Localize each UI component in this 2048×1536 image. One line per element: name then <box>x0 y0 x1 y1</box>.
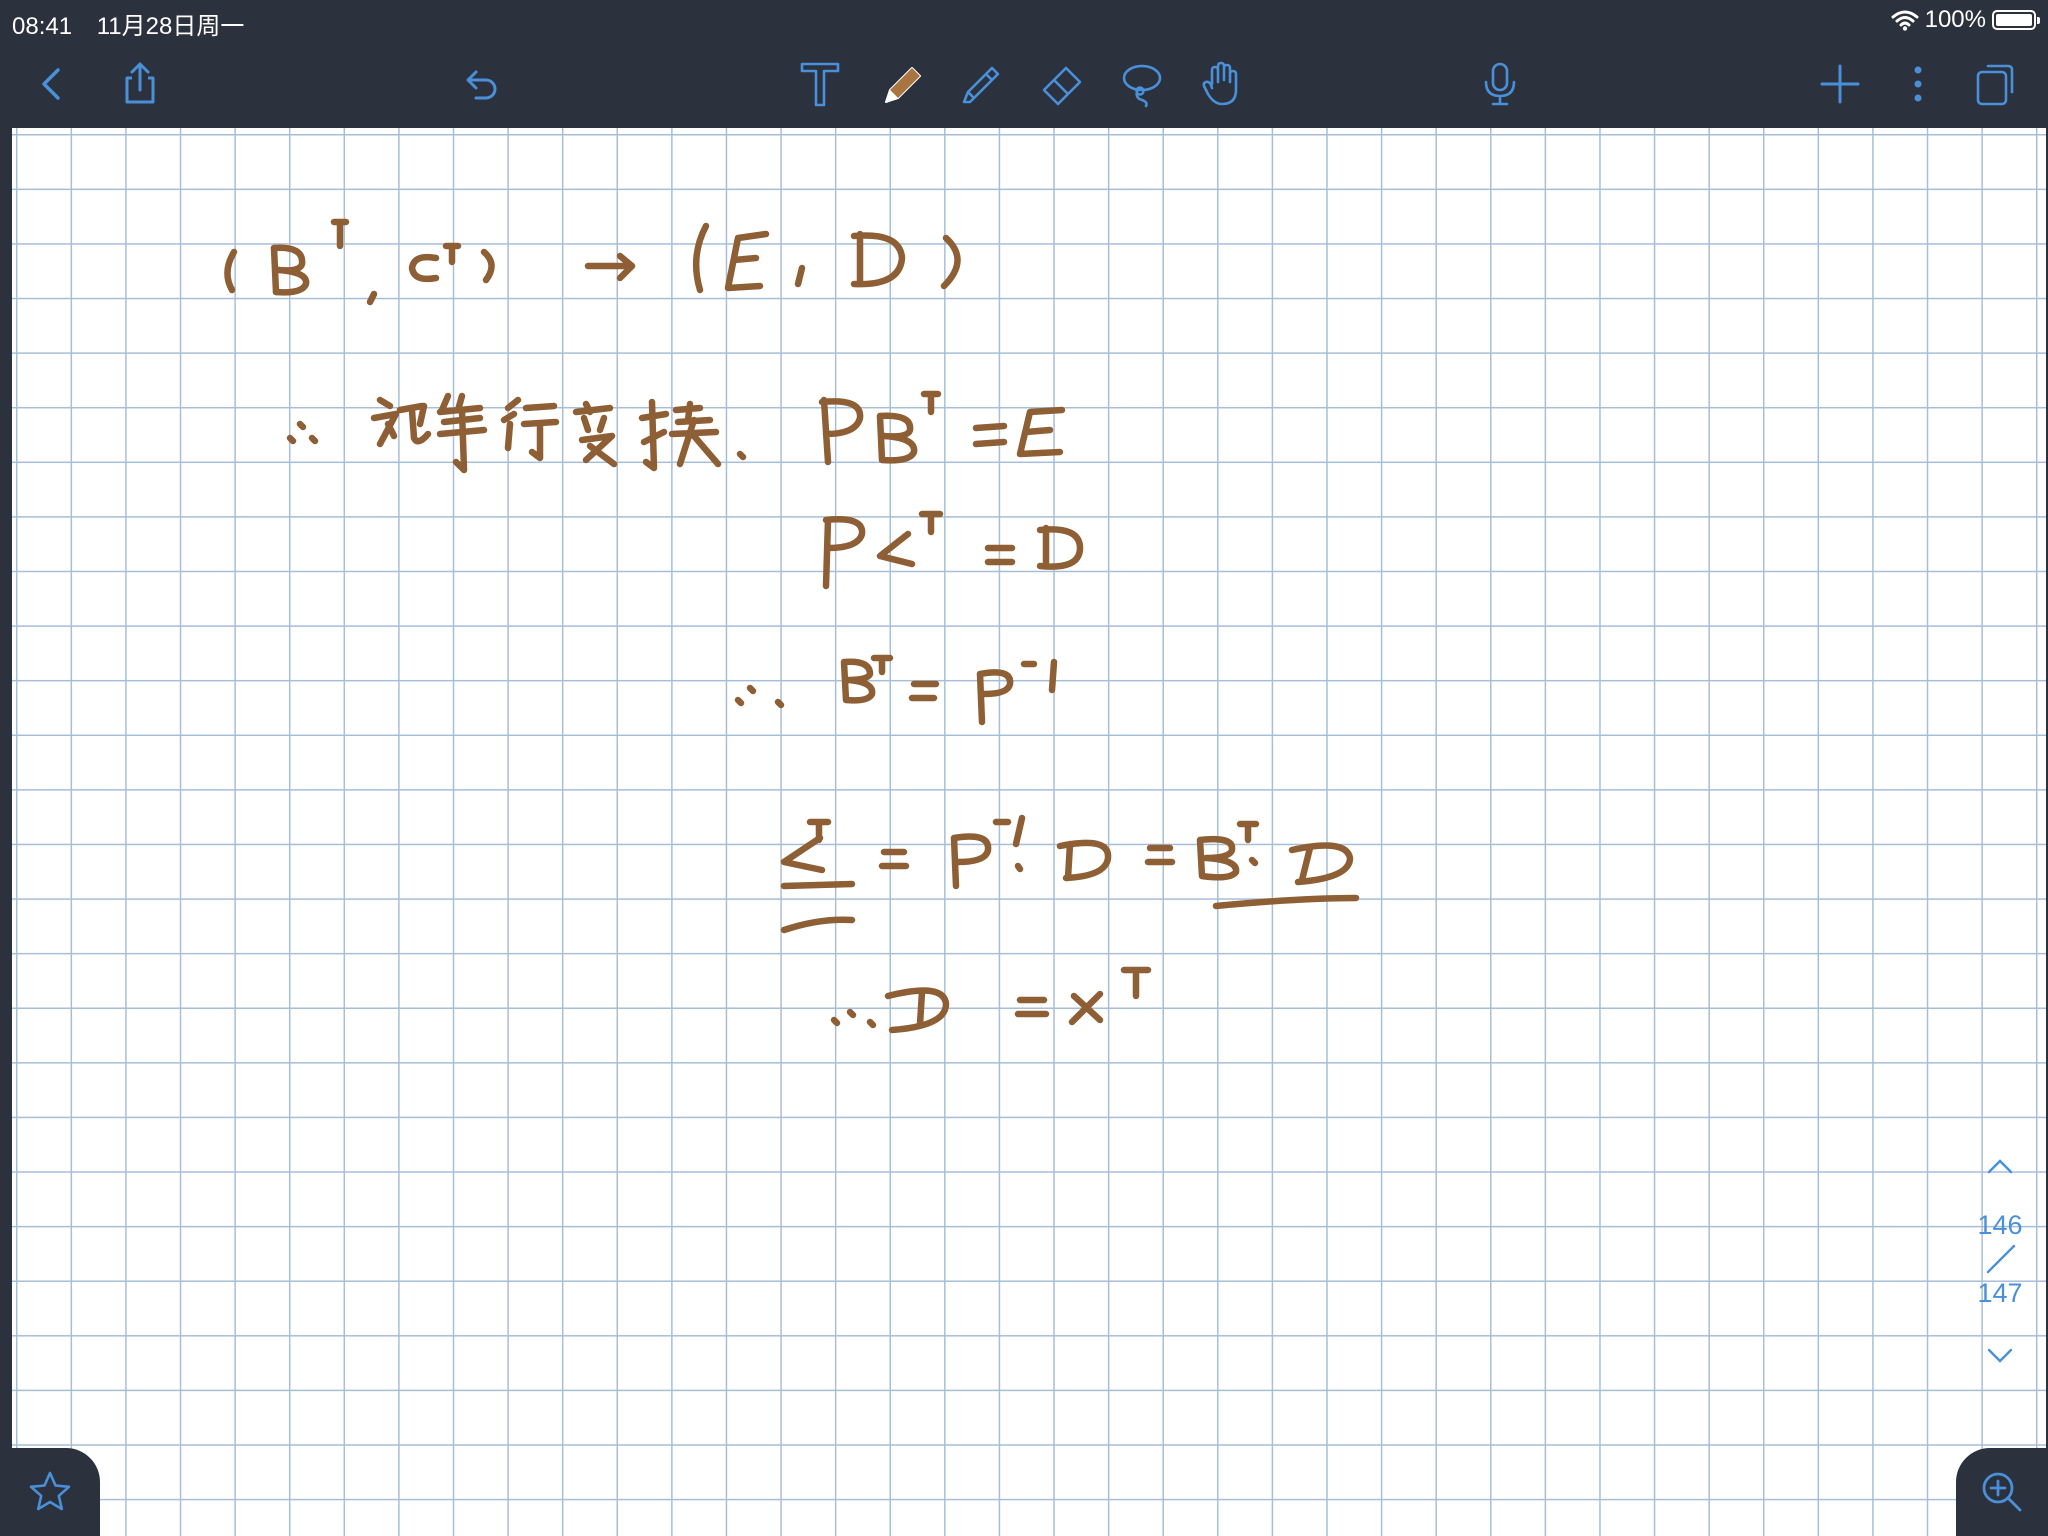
page-separator <box>1986 1244 2016 1274</box>
status-time: 08:41 <box>12 13 73 40</box>
battery-percent: 100% <box>1924 6 1986 33</box>
add-icon <box>1820 64 1860 104</box>
pages-button[interactable] <box>1962 52 2026 116</box>
status-bar: 08:41 11月28日周一 100% <box>0 0 2048 40</box>
favorite-button[interactable] <box>0 1448 100 1536</box>
back-button[interactable] <box>20 52 84 116</box>
star-icon <box>29 1471 71 1511</box>
text-tool-button[interactable] <box>788 52 852 116</box>
previous-page-button[interactable] <box>1976 1146 2024 1186</box>
chevron-down-icon <box>1987 1348 2013 1363</box>
more-button[interactable] <box>1886 52 1950 116</box>
eraser-tool-button[interactable] <box>1030 52 1094 116</box>
more-icon <box>1914 66 1922 102</box>
zoom-in-icon <box>1982 1472 2022 1512</box>
page-navigator: 146 147 <box>1962 1130 2038 1380</box>
undo-icon <box>466 70 497 100</box>
zoom-button[interactable] <box>1956 1448 2048 1536</box>
wifi-icon <box>1891 10 1919 31</box>
pages-icon <box>1976 64 2014 106</box>
lasso-icon <box>1122 64 1162 108</box>
eraser-icon <box>1042 66 1082 106</box>
pen-icon <box>885 67 921 103</box>
share-icon <box>125 62 155 104</box>
current-page-number: 146 <box>1977 1210 2023 1240</box>
share-button[interactable] <box>108 52 172 116</box>
undo-button[interactable] <box>448 52 512 116</box>
hand-tool-button[interactable] <box>1190 52 1254 116</box>
text-tool-icon <box>800 62 840 107</box>
total-page-count: 147 <box>1977 1278 2023 1308</box>
toolbar <box>0 40 2048 128</box>
lasso-tool-button[interactable] <box>1110 52 1174 116</box>
note-page[interactable] <box>12 128 2046 1536</box>
status-date: 11月28日周一 <box>96 13 245 40</box>
highlighter-icon <box>962 66 1000 104</box>
microphone-button[interactable] <box>1468 52 1532 116</box>
hand-icon <box>1202 61 1238 106</box>
highlighter-tool-button[interactable] <box>950 52 1014 116</box>
microphone-icon <box>1484 62 1516 106</box>
add-button[interactable] <box>1808 52 1872 116</box>
battery-icon <box>1992 10 2040 30</box>
back-icon <box>42 68 60 100</box>
pen-tool-button[interactable] <box>870 52 934 116</box>
next-page-button[interactable] <box>1976 1336 2024 1376</box>
chevron-up-icon <box>1987 1159 2013 1174</box>
